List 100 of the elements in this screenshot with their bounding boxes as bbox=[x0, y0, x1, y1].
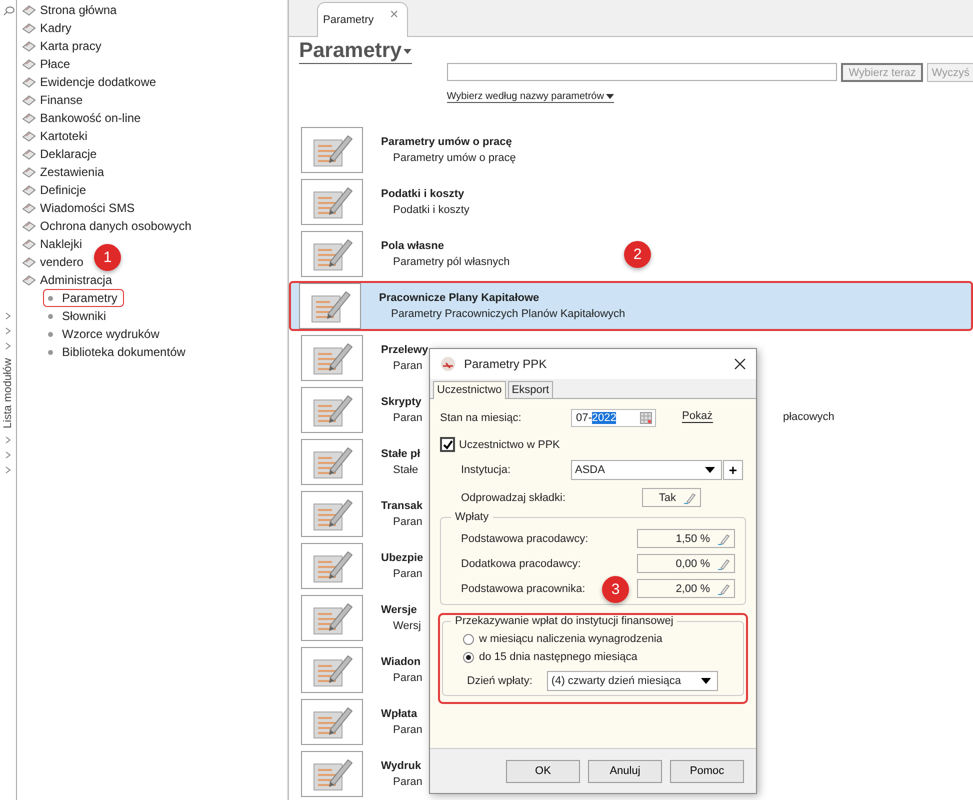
module-item[interactable]: Ochrona danych osobowych bbox=[21, 217, 192, 235]
radio-button[interactable] bbox=[463, 652, 474, 662]
parameter-row[interactable]: Stałe pł Stałe bbox=[299, 437, 422, 487]
dialog-title: Parametry PPK bbox=[464, 357, 547, 371]
percent-field[interactable]: 1,50 % bbox=[637, 529, 735, 548]
parameter-description: Paran bbox=[392, 568, 424, 580]
dialog-tab[interactable]: Eksport bbox=[508, 381, 554, 398]
caret-icon bbox=[402, 48, 412, 54]
edit-icon bbox=[301, 699, 363, 745]
edit-icon bbox=[301, 179, 363, 225]
show-link[interactable]: Pokaż bbox=[682, 410, 713, 422]
module-item[interactable]: Finanse bbox=[21, 91, 83, 109]
edit-icon bbox=[301, 127, 363, 173]
pencil-icon[interactable] bbox=[718, 532, 730, 544]
edit-icon bbox=[301, 439, 363, 485]
percent-field[interactable]: 2,00 % bbox=[637, 579, 735, 598]
parameter-description: Paran bbox=[392, 412, 422, 424]
parameter-row[interactable]: Pracownicze Plany Kapitałowe Parametry Pracowniczych Planów Kapitałowych bbox=[289, 281, 973, 331]
parameter-row[interactable]: Wpłata Paran bbox=[299, 697, 424, 747]
caret-icon[interactable] bbox=[701, 678, 712, 684]
parameter-title: Pracownicze Plany Kapitałowe bbox=[379, 292, 540, 304]
submodule-item[interactable]: Parametry bbox=[43, 289, 124, 307]
filter-link[interactable]: Wybierz według nazwy parametrów bbox=[446, 91, 614, 103]
value-field[interactable]: Tak bbox=[642, 488, 701, 507]
dialog-button[interactable]: OK bbox=[506, 760, 580, 782]
pencil-icon[interactable] bbox=[718, 558, 730, 570]
field-label: Dzień wpłaty: bbox=[467, 675, 532, 687]
edit-icon bbox=[301, 387, 363, 433]
parameter-row[interactable]: Pola własne Parametry pól własnych bbox=[299, 229, 512, 279]
percent-field[interactable]: 0,00 % bbox=[637, 554, 735, 573]
dialog-button[interactable]: Pomoc bbox=[670, 760, 744, 782]
module-item[interactable]: Płace bbox=[21, 55, 70, 73]
parameter-row[interactable]: Wersje Wersj bbox=[299, 593, 423, 643]
module-item[interactable]: Karta pracy bbox=[21, 37, 102, 55]
edit-icon bbox=[301, 647, 363, 693]
submodule-item[interactable]: Biblioteka dokumentów bbox=[43, 343, 192, 361]
module-item[interactable]: Kartoteki bbox=[21, 127, 88, 145]
module-item[interactable]: Deklaracje bbox=[21, 145, 97, 163]
module-item[interactable]: Administracja bbox=[21, 271, 112, 289]
caret-icon[interactable] bbox=[606, 94, 614, 99]
field-label: Instytucja: bbox=[460, 464, 512, 476]
module-item[interactable]: Wiadomości SMS bbox=[21, 199, 135, 217]
module-item[interactable]: Bankowość on-line bbox=[21, 109, 141, 127]
document-tab[interactable]: Parametry × bbox=[317, 2, 408, 37]
parameter-title: Wersje bbox=[381, 604, 418, 616]
parameter-title: Pola własne bbox=[381, 240, 445, 252]
add-button[interactable]: + bbox=[723, 460, 743, 480]
parameter-row[interactable]: Transak Paran bbox=[299, 489, 425, 539]
participation-checkbox[interactable] bbox=[440, 437, 455, 452]
parameter-title: Transak bbox=[381, 500, 423, 512]
parameter-description: Paran bbox=[392, 360, 424, 372]
edit-icon bbox=[301, 335, 363, 381]
module-item[interactable]: Definicje bbox=[21, 181, 86, 199]
parameter-row[interactable]: Ubezpie Paran bbox=[299, 541, 426, 591]
parameter-description: Paran bbox=[392, 672, 422, 684]
parameter-title: Ubezpie bbox=[381, 552, 424, 564]
parameter-description: Parametry Pracowniczych Planów Kapitałowych bbox=[390, 308, 626, 320]
page-title[interactable]: Parametry bbox=[299, 39, 412, 64]
payment-day-dropdown[interactable]: (4) czwarty dzień miesiąca bbox=[547, 671, 718, 691]
radio-label: w miesiącu naliczenia wynagrodzenia bbox=[479, 633, 662, 645]
parameter-row[interactable]: Wiadon Paran bbox=[299, 645, 424, 695]
parameter-row[interactable]: Parametry umów o pracę Parametry umów o pracę bbox=[299, 125, 518, 175]
close-icon[interactable] bbox=[734, 358, 746, 370]
module-item[interactable]: Kadry bbox=[21, 19, 72, 37]
close-icon[interactable]: × bbox=[390, 6, 399, 23]
parameter-row[interactable]: Wydruk Paran bbox=[299, 749, 424, 799]
dialog-tab[interactable]: Uczestnictwo bbox=[433, 381, 506, 399]
calendar-icon[interactable] bbox=[640, 412, 652, 424]
submodule-item[interactable]: Słowniki bbox=[43, 307, 114, 325]
edit-icon bbox=[301, 543, 363, 589]
field-label: Dodatkowa pracodawcy: bbox=[461, 558, 581, 570]
parameter-title: Podatki i koszty bbox=[381, 188, 466, 200]
app-logo-icon bbox=[440, 356, 456, 372]
parameter-title: Wydruk bbox=[381, 760, 422, 772]
month-field[interactable]: 07-2022 bbox=[571, 409, 656, 427]
module-item[interactable]: Strona główna bbox=[21, 1, 117, 19]
module-item[interactable]: Naklejki bbox=[21, 235, 82, 253]
radio-label: do 15 dnia następnego miesiąca bbox=[479, 651, 638, 663]
module-item[interactable]: Ewidencje dodatkowe bbox=[21, 73, 156, 91]
institution-dropdown[interactable]: ASDA bbox=[571, 460, 722, 480]
callout-badge: 1 bbox=[94, 244, 121, 271]
pencil-icon[interactable] bbox=[684, 492, 696, 504]
search-field[interactable] bbox=[446, 63, 837, 81]
field-label: Podstawowa pracodawcy: bbox=[461, 532, 588, 544]
module-item[interactable]: vendero bbox=[21, 253, 84, 271]
caret-icon[interactable] bbox=[705, 467, 715, 473]
parameter-row[interactable]: Przelewy Paran bbox=[299, 333, 430, 383]
dialog-button[interactable]: Anuluj bbox=[588, 760, 662, 782]
parameter-row[interactable]: Podatki i koszty Podatki i koszty bbox=[299, 177, 472, 227]
parameter-description: Wersj bbox=[392, 620, 421, 632]
panel-label[interactable]: Lista modułów bbox=[2, 358, 14, 428]
submodule-item[interactable]: Wzorce wydruków bbox=[43, 325, 166, 343]
radio-button[interactable] bbox=[463, 634, 474, 644]
parameter-title: Przelewy bbox=[381, 344, 428, 356]
field-label: Stan na miesiąc: bbox=[440, 412, 522, 424]
pencil-icon[interactable] bbox=[718, 582, 730, 594]
callout-badge: 2 bbox=[624, 241, 651, 268]
parameter-description: Parametry pól własnych bbox=[392, 256, 510, 268]
module-item[interactable]: Zestawienia bbox=[21, 163, 104, 181]
edit-icon bbox=[301, 491, 363, 537]
